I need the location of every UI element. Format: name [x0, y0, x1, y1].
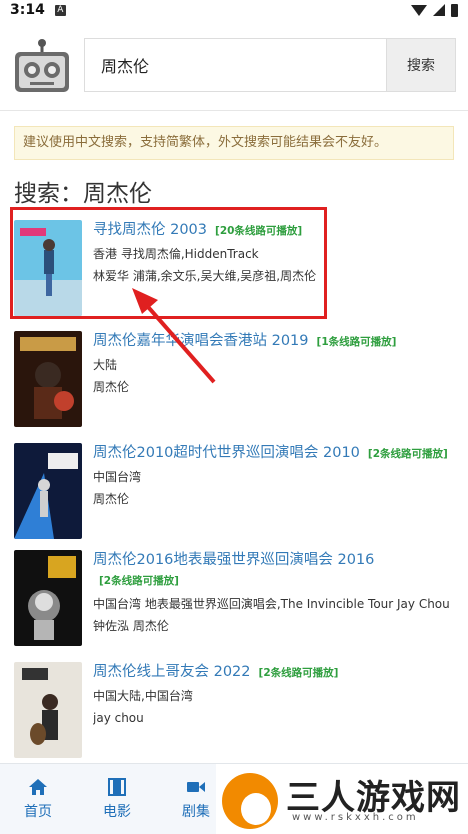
site-watermark: 三人游戏网 www.rskxxh.com — [216, 764, 468, 834]
tab-movies[interactable]: 电影 — [82, 778, 152, 821]
tab-label: 剧集 — [182, 804, 210, 820]
home-icon — [29, 779, 47, 795]
tab-label: 首页 — [24, 804, 52, 820]
film-icon — [108, 778, 126, 796]
video-camera-icon — [187, 782, 205, 792]
watermark-url: www.rskxxh.com — [292, 812, 419, 823]
tab-label: 电影 — [103, 804, 131, 820]
tab-home[interactable]: 首页 — [3, 778, 73, 821]
watermark-logo-icon — [222, 773, 278, 829]
annotation-arrow-icon — [132, 288, 216, 384]
